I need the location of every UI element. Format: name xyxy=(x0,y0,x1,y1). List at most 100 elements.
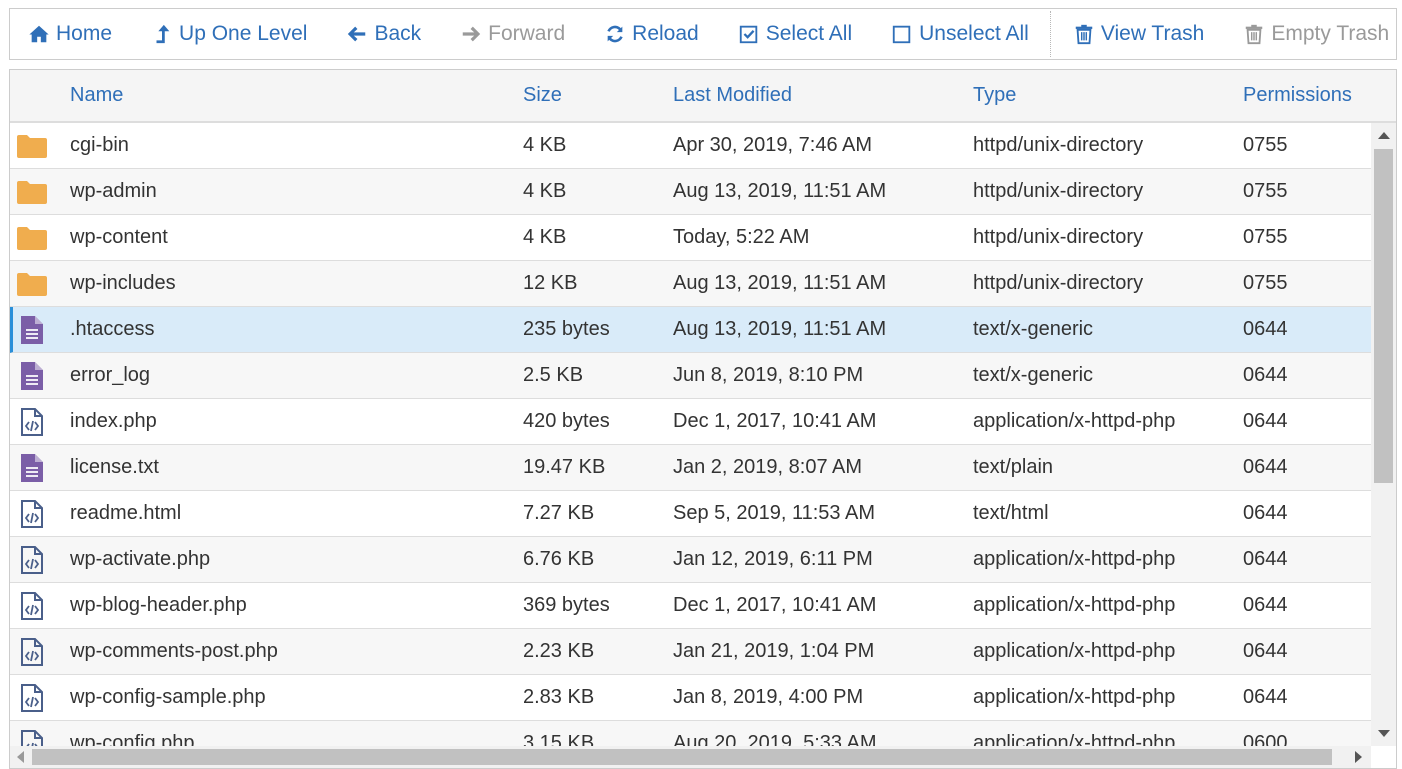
empty-trash-label: Empty Trash xyxy=(1271,22,1390,45)
scroll-down-arrow-icon[interactable] xyxy=(1378,730,1390,737)
file-name-cell: error_log xyxy=(70,364,151,386)
home-button[interactable]: Home xyxy=(28,14,112,54)
column-header-size[interactable]: Size xyxy=(523,70,562,121)
mime-type-cell: application/x-httpd-php xyxy=(973,640,1176,662)
last-modified-cell: Jan 8, 2019, 4:00 PM xyxy=(673,686,864,708)
table-row[interactable]: index.php 420 bytes Dec 1, 2017, 10:41 AM a… xyxy=(10,399,1371,445)
permissions-cell: 0644 xyxy=(1243,686,1288,708)
folder-icon xyxy=(16,269,48,299)
file-size-cell: 369 bytes xyxy=(523,594,610,616)
mime-type-cell: httpd/unix-directory xyxy=(973,226,1144,248)
unselect-all-label: Unselect All xyxy=(919,22,1029,45)
last-modified-cell: Aug 13, 2019, 11:51 AM xyxy=(673,180,887,202)
file-size-cell: 2.83 KB xyxy=(523,686,595,708)
scrollbar-corner xyxy=(1371,746,1396,768)
last-modified-cell: Jan 12, 2019, 6:11 PM xyxy=(673,548,873,570)
forward-label: Forward xyxy=(488,22,566,45)
permissions-cell: 0755 xyxy=(1243,226,1288,248)
file-name-cell: readme.html xyxy=(70,502,182,524)
unselect-all-button[interactable]: Unselect All xyxy=(891,14,1029,54)
column-header-last-modified[interactable]: Last Modified xyxy=(673,70,792,121)
last-modified-cell: Jan 21, 2019, 1:04 PM xyxy=(673,640,875,662)
empty-trash-button[interactable]: Empty Trash xyxy=(1243,14,1389,54)
permissions-cell: 0600 xyxy=(1243,732,1288,746)
table-row[interactable]: wp-config-sample.php 2.83 KB Jan 8, 2019, … xyxy=(10,675,1371,721)
last-modified-cell: Today, 5:22 AM xyxy=(673,226,810,248)
table-row[interactable]: .htaccess 235 bytes Aug 13, 2019, 11:51 AM… xyxy=(10,307,1371,353)
file-size-cell: 12 KB xyxy=(523,272,578,294)
select-all-button[interactable]: Select All xyxy=(738,14,852,54)
back-button[interactable]: Back xyxy=(346,14,421,54)
table-row[interactable]: error_log 2.5 KB Jun 8, 2019, 8:10 PM text/… xyxy=(10,353,1371,399)
last-modified-cell: Jan 2, 2019, 8:07 AM xyxy=(673,456,863,478)
column-header-type[interactable]: Type xyxy=(973,70,1016,121)
file-size-cell: 3.15 KB xyxy=(523,732,595,746)
file-size-cell: 2.23 KB xyxy=(523,640,595,662)
home-icon xyxy=(28,23,50,45)
table-row[interactable]: wp-config.php 3.15 KB Aug 20, 2019, 5:33 A… xyxy=(10,721,1371,746)
table-row[interactable]: readme.html 7.27 KB Sep 5, 2019, 11:53 AM t… xyxy=(10,491,1371,537)
permissions-cell: 0755 xyxy=(1243,134,1288,156)
scroll-up-arrow-icon[interactable] xyxy=(1378,132,1390,139)
table-row[interactable]: wp-comments-post.php 2.23 KB Jan 21, 2019,… xyxy=(10,629,1371,675)
last-modified-cell: Aug 13, 2019, 11:51 AM xyxy=(673,318,887,340)
file-name-cell: wp-comments-post.php xyxy=(70,640,278,662)
column-header-name[interactable]: Name xyxy=(70,70,123,121)
horizontal-scrollbar-thumb[interactable] xyxy=(32,749,1332,765)
reload-button[interactable]: Reload xyxy=(604,14,699,54)
forward-button[interactable]: Forward xyxy=(460,14,565,54)
column-header-permissions[interactable]: Permissions xyxy=(1243,70,1352,121)
view-trash-button[interactable]: View Trash xyxy=(1073,14,1205,54)
scroll-left-arrow-icon[interactable] xyxy=(17,751,24,763)
code-file-icon xyxy=(16,499,48,529)
permissions-cell: 0644 xyxy=(1243,502,1288,524)
reload-label: Reload xyxy=(632,22,699,45)
table-row[interactable]: wp-content 4 KB Today, 5:22 AM httpd/unix-d… xyxy=(10,215,1371,261)
file-name-cell: wp-config.php xyxy=(70,732,195,746)
last-modified-cell: Sep 5, 2019, 11:53 AM xyxy=(673,502,876,524)
vertical-scrollbar-thumb[interactable] xyxy=(1374,149,1393,483)
permissions-cell: 0644 xyxy=(1243,640,1288,662)
checked-box-icon xyxy=(738,23,760,45)
folder-icon xyxy=(16,131,48,161)
file-size-cell: 6.76 KB xyxy=(523,548,595,570)
code-file-icon xyxy=(16,637,48,667)
file-size-cell: 2.5 KB xyxy=(523,364,584,386)
table-row[interactable]: cgi-bin 4 KB Apr 30, 2019, 7:46 AM httpd/un… xyxy=(10,123,1371,169)
mime-type-cell: text/html xyxy=(973,502,1049,524)
last-modified-cell: Dec 1, 2017, 10:41 AM xyxy=(673,410,877,432)
view-trash-label: View Trash xyxy=(1100,22,1205,45)
scroll-right-arrow-icon[interactable] xyxy=(1355,751,1362,763)
last-modified-cell: Apr 30, 2019, 7:46 AM xyxy=(673,134,873,156)
mime-type-cell: httpd/unix-directory xyxy=(973,272,1144,294)
horizontal-scrollbar[interactable] xyxy=(10,746,1371,768)
table-row[interactable]: wp-blog-header.php 369 bytes Dec 1, 2017, … xyxy=(10,583,1371,629)
table-row[interactable]: wp-admin 4 KB Aug 13, 2019, 11:51 AM httpd/… xyxy=(10,169,1371,215)
mime-type-cell: application/x-httpd-php xyxy=(973,594,1176,616)
up-one-level-label: Up One Level xyxy=(179,22,308,45)
vertical-scrollbar[interactable] xyxy=(1371,123,1396,746)
up-one-level-button[interactable]: Up One Level xyxy=(151,14,307,54)
last-modified-cell: Dec 1, 2017, 10:41 AM xyxy=(673,594,877,616)
mime-type-cell: application/x-httpd-php xyxy=(973,548,1176,570)
file-name-cell: wp-activate.php xyxy=(70,548,211,570)
table-body: cgi-bin 4 KB Apr 30, 2019, 7:46 AM httpd/un… xyxy=(10,123,1371,746)
code-file-icon xyxy=(16,683,48,713)
file-name-cell: cgi-bin xyxy=(70,134,129,156)
code-file-icon xyxy=(16,407,48,437)
permissions-cell: 0755 xyxy=(1243,180,1288,202)
last-modified-cell: Aug 20, 2019, 5:33 AM xyxy=(673,732,877,746)
mime-type-cell: text/x-generic xyxy=(973,364,1094,386)
table-row[interactable]: wp-activate.php 6.76 KB Jan 12, 2019, 6:11… xyxy=(10,537,1371,583)
file-size-cell: 4 KB xyxy=(523,226,567,248)
mime-type-cell: application/x-httpd-php xyxy=(973,732,1176,746)
file-name-cell: .htaccess xyxy=(70,318,155,340)
code-file-icon xyxy=(16,729,48,746)
table-row[interactable]: license.txt 19.47 KB Jan 2, 2019, 8:07 AM t… xyxy=(10,445,1371,491)
file-size-cell: 7.27 KB xyxy=(523,502,595,524)
mime-type-cell: text/x-generic xyxy=(973,318,1094,340)
refresh-icon xyxy=(604,23,626,45)
table-row[interactable]: wp-includes 12 KB Aug 13, 2019, 11:51 AM ht… xyxy=(10,261,1371,307)
file-size-cell: 4 KB xyxy=(523,134,567,156)
toolbar-divider xyxy=(1049,11,1051,57)
